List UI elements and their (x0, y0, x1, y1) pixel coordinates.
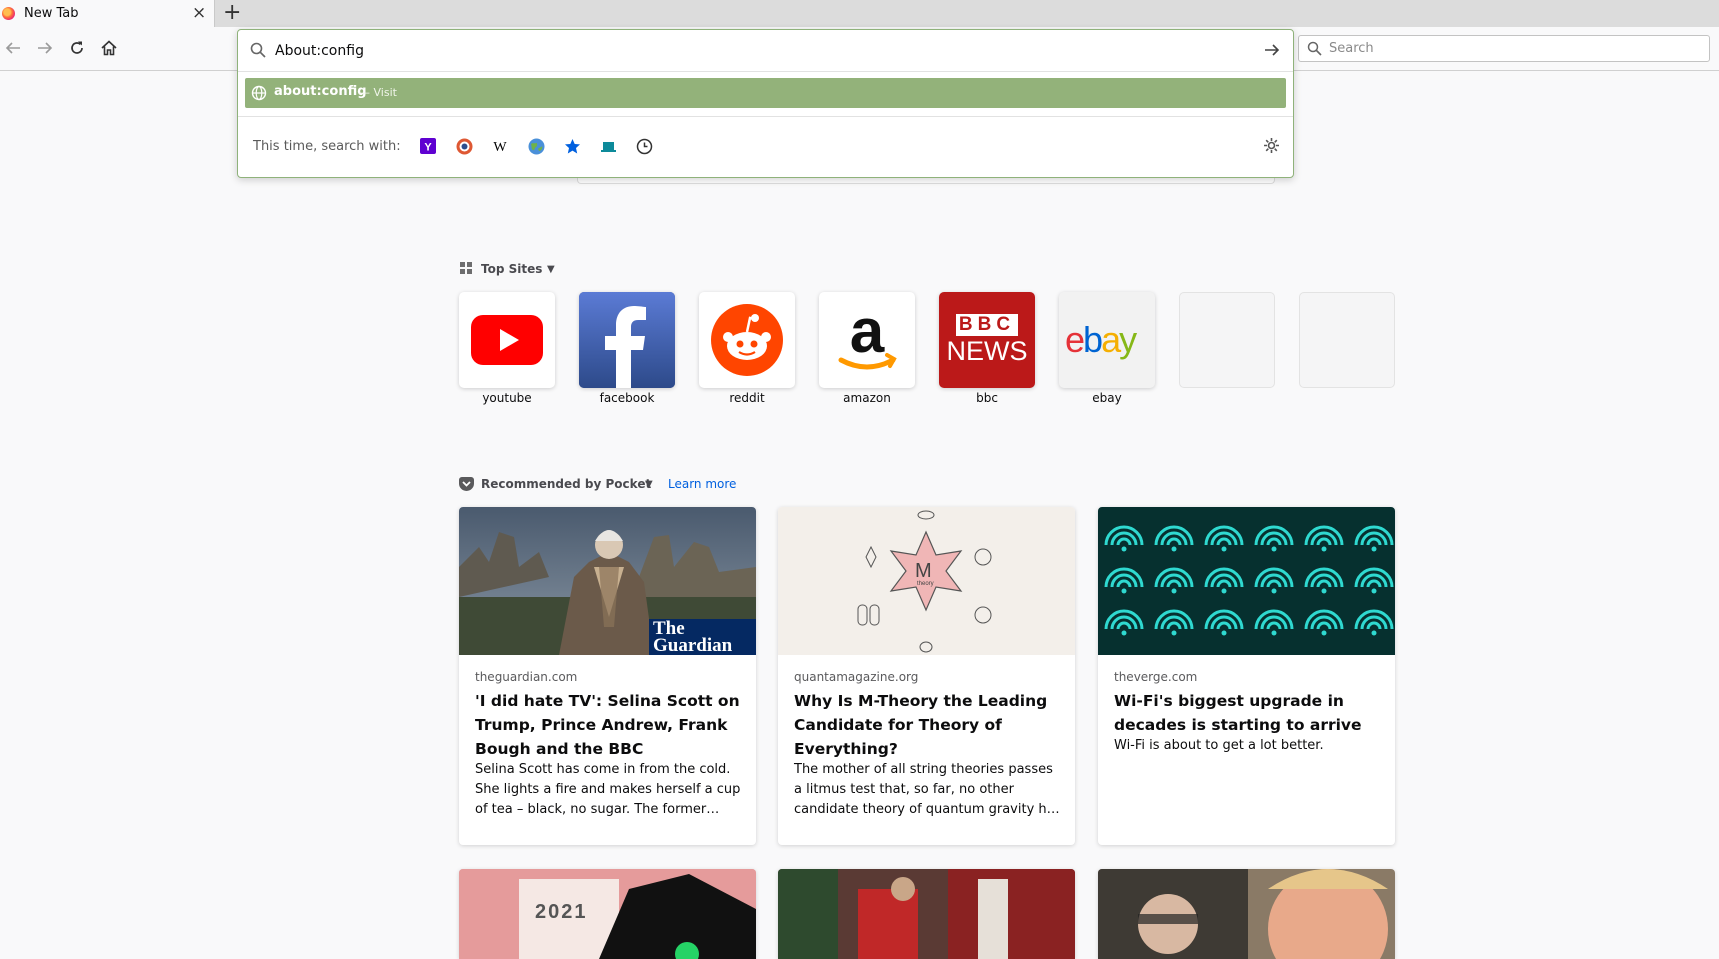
chevron-down-icon[interactable]: ▼ (547, 264, 555, 275)
pocket-card-verge[interactable]: theverge.com Wi-Fi's biggest upgrade in … (1098, 507, 1395, 845)
reload-button[interactable] (64, 35, 90, 61)
firefox-icon (2, 7, 15, 20)
card-image (1098, 869, 1395, 959)
yahoo-icon[interactable]: Y (418, 136, 438, 156)
top-site-reddit[interactable] (699, 292, 795, 388)
m-theory-letter: M (915, 560, 932, 582)
news-logo-text: NEWS (946, 336, 1028, 366)
guardian-logo-text: The Guardian (653, 618, 733, 655)
top-site-empty-slot[interactable] (1179, 292, 1275, 388)
globe-icon (251, 85, 267, 101)
one-off-search-row: This time, search with: Y W (238, 116, 1293, 179)
top-site-bbc[interactable]: BBC NEWS (939, 292, 1035, 388)
new-tab-button[interactable]: + (223, 1, 241, 25)
bbc-news-icon: BBC NEWS (947, 314, 1028, 366)
top-site-label: bbc (976, 391, 998, 405)
card-image (459, 869, 756, 959)
search-icon (250, 42, 266, 58)
bookmarks-star-icon[interactable] (562, 136, 582, 156)
close-tab-button[interactable]: × (192, 3, 206, 23)
top-site-youtube[interactable] (459, 292, 555, 388)
wifi-pattern (1104, 525, 1394, 636)
top-site-amazon[interactable]: a (819, 292, 915, 388)
pocket-card-guardian[interactable]: The Guardian theguardian.com 'I did hate… (459, 507, 756, 845)
bbc-logo-text: BBC (955, 314, 1019, 336)
back-button[interactable] (0, 35, 26, 61)
tab-title: New Tab (24, 6, 79, 21)
top-sites-grid-icon (460, 262, 473, 275)
history-clock-icon[interactable] (634, 136, 654, 156)
duckduckgo-icon[interactable] (454, 136, 474, 156)
reload-icon (71, 41, 83, 54)
search-placeholder: Search (1329, 41, 1374, 56)
go-arrow-icon[interactable] (1263, 41, 1281, 59)
urlbar-result-visit[interactable]: about:config — Visit (245, 78, 1286, 108)
result-action: — Visit (359, 86, 397, 99)
earth-icon[interactable] (526, 136, 546, 156)
gear-icon[interactable] (1263, 137, 1280, 154)
pocket-card-next[interactable] (778, 869, 1075, 959)
reddit-icon (711, 304, 783, 376)
svg-text:ebay: ebay (1065, 320, 1137, 360)
forward-button[interactable] (32, 35, 58, 61)
pocket-card-next[interactable] (1098, 869, 1395, 959)
card-image (778, 869, 1075, 959)
top-site-label: facebook (599, 391, 655, 405)
one-off-label: This time, search with: (253, 139, 401, 154)
card-image-text: 2021 (535, 901, 588, 923)
forward-arrow-icon (38, 42, 53, 54)
result-title: about:config (274, 84, 367, 99)
top-site-label: youtube (482, 391, 532, 405)
youtube-icon (471, 315, 543, 365)
svg-text:a: a (850, 300, 885, 366)
search-bar[interactable]: Search (1298, 35, 1710, 62)
back-arrow-icon (5, 42, 20, 54)
tab-strip: New Tab × + (0, 0, 1719, 27)
top-site-empty-slot[interactable] (1299, 292, 1395, 388)
card-headline: Why Is M-Theory the Leading Candidate fo… (794, 692, 1048, 758)
top-sites-title[interactable]: Top Sites (481, 262, 542, 276)
card-excerpt: The mother of all string theories passes… (794, 762, 1060, 817)
svg-text:Y: Y (424, 142, 432, 154)
facebook-icon (579, 292, 675, 388)
top-site-facebook[interactable] (579, 292, 675, 388)
card-image: M theory (778, 507, 1075, 655)
tab-new-tab[interactable]: New Tab × (0, 0, 215, 27)
card-image (1098, 507, 1395, 655)
card-image: The Guardian (459, 507, 756, 655)
top-site-label: ebay (1092, 391, 1122, 405)
chevron-down-icon[interactable]: ▼ (645, 479, 653, 490)
urlbar-dropdown: About:config about:config — Visit This t… (237, 29, 1294, 178)
card-domain: theguardian.com (475, 670, 578, 684)
urlbar-input[interactable]: About:config (238, 30, 1293, 72)
pocket-icon (459, 477, 474, 491)
card-domain: theverge.com (1114, 670, 1198, 684)
home-button[interactable] (96, 35, 122, 61)
pocket-card-next[interactable]: 2021 (459, 869, 756, 959)
home-icon (101, 40, 117, 56)
m-theory-sub: theory (917, 581, 934, 587)
card-headline: 'I did hate TV': Selina Scott on Trump, … (475, 692, 740, 758)
urlbar-text: About:config (275, 43, 364, 59)
card-excerpt: Selina Scott has come in from the cold. … (475, 762, 741, 817)
top-site-label: reddit (729, 391, 765, 405)
card-excerpt: Wi-Fi is about to get a lot better. (1114, 738, 1324, 753)
card-domain: quantamagazine.org (794, 670, 919, 684)
tabs-icon[interactable] (598, 136, 618, 156)
top-site-ebay[interactable]: ebay (1059, 292, 1155, 388)
top-site-label: amazon (843, 391, 891, 405)
pocket-card-quanta[interactable]: M theory quantamagazine.org Why Is M-The… (778, 507, 1075, 845)
search-icon (1307, 41, 1322, 56)
wikipedia-icon[interactable]: W (490, 136, 510, 156)
svg-text:W: W (493, 140, 507, 154)
pocket-title[interactable]: Recommended by Pocket (481, 477, 651, 491)
card-headline: Wi-Fi's biggest upgrade in decades is st… (1114, 692, 1362, 734)
learn-more-link[interactable]: Learn more (668, 477, 736, 491)
ebay-icon: ebay (1065, 320, 1139, 360)
amazon-icon: a (838, 300, 897, 370)
